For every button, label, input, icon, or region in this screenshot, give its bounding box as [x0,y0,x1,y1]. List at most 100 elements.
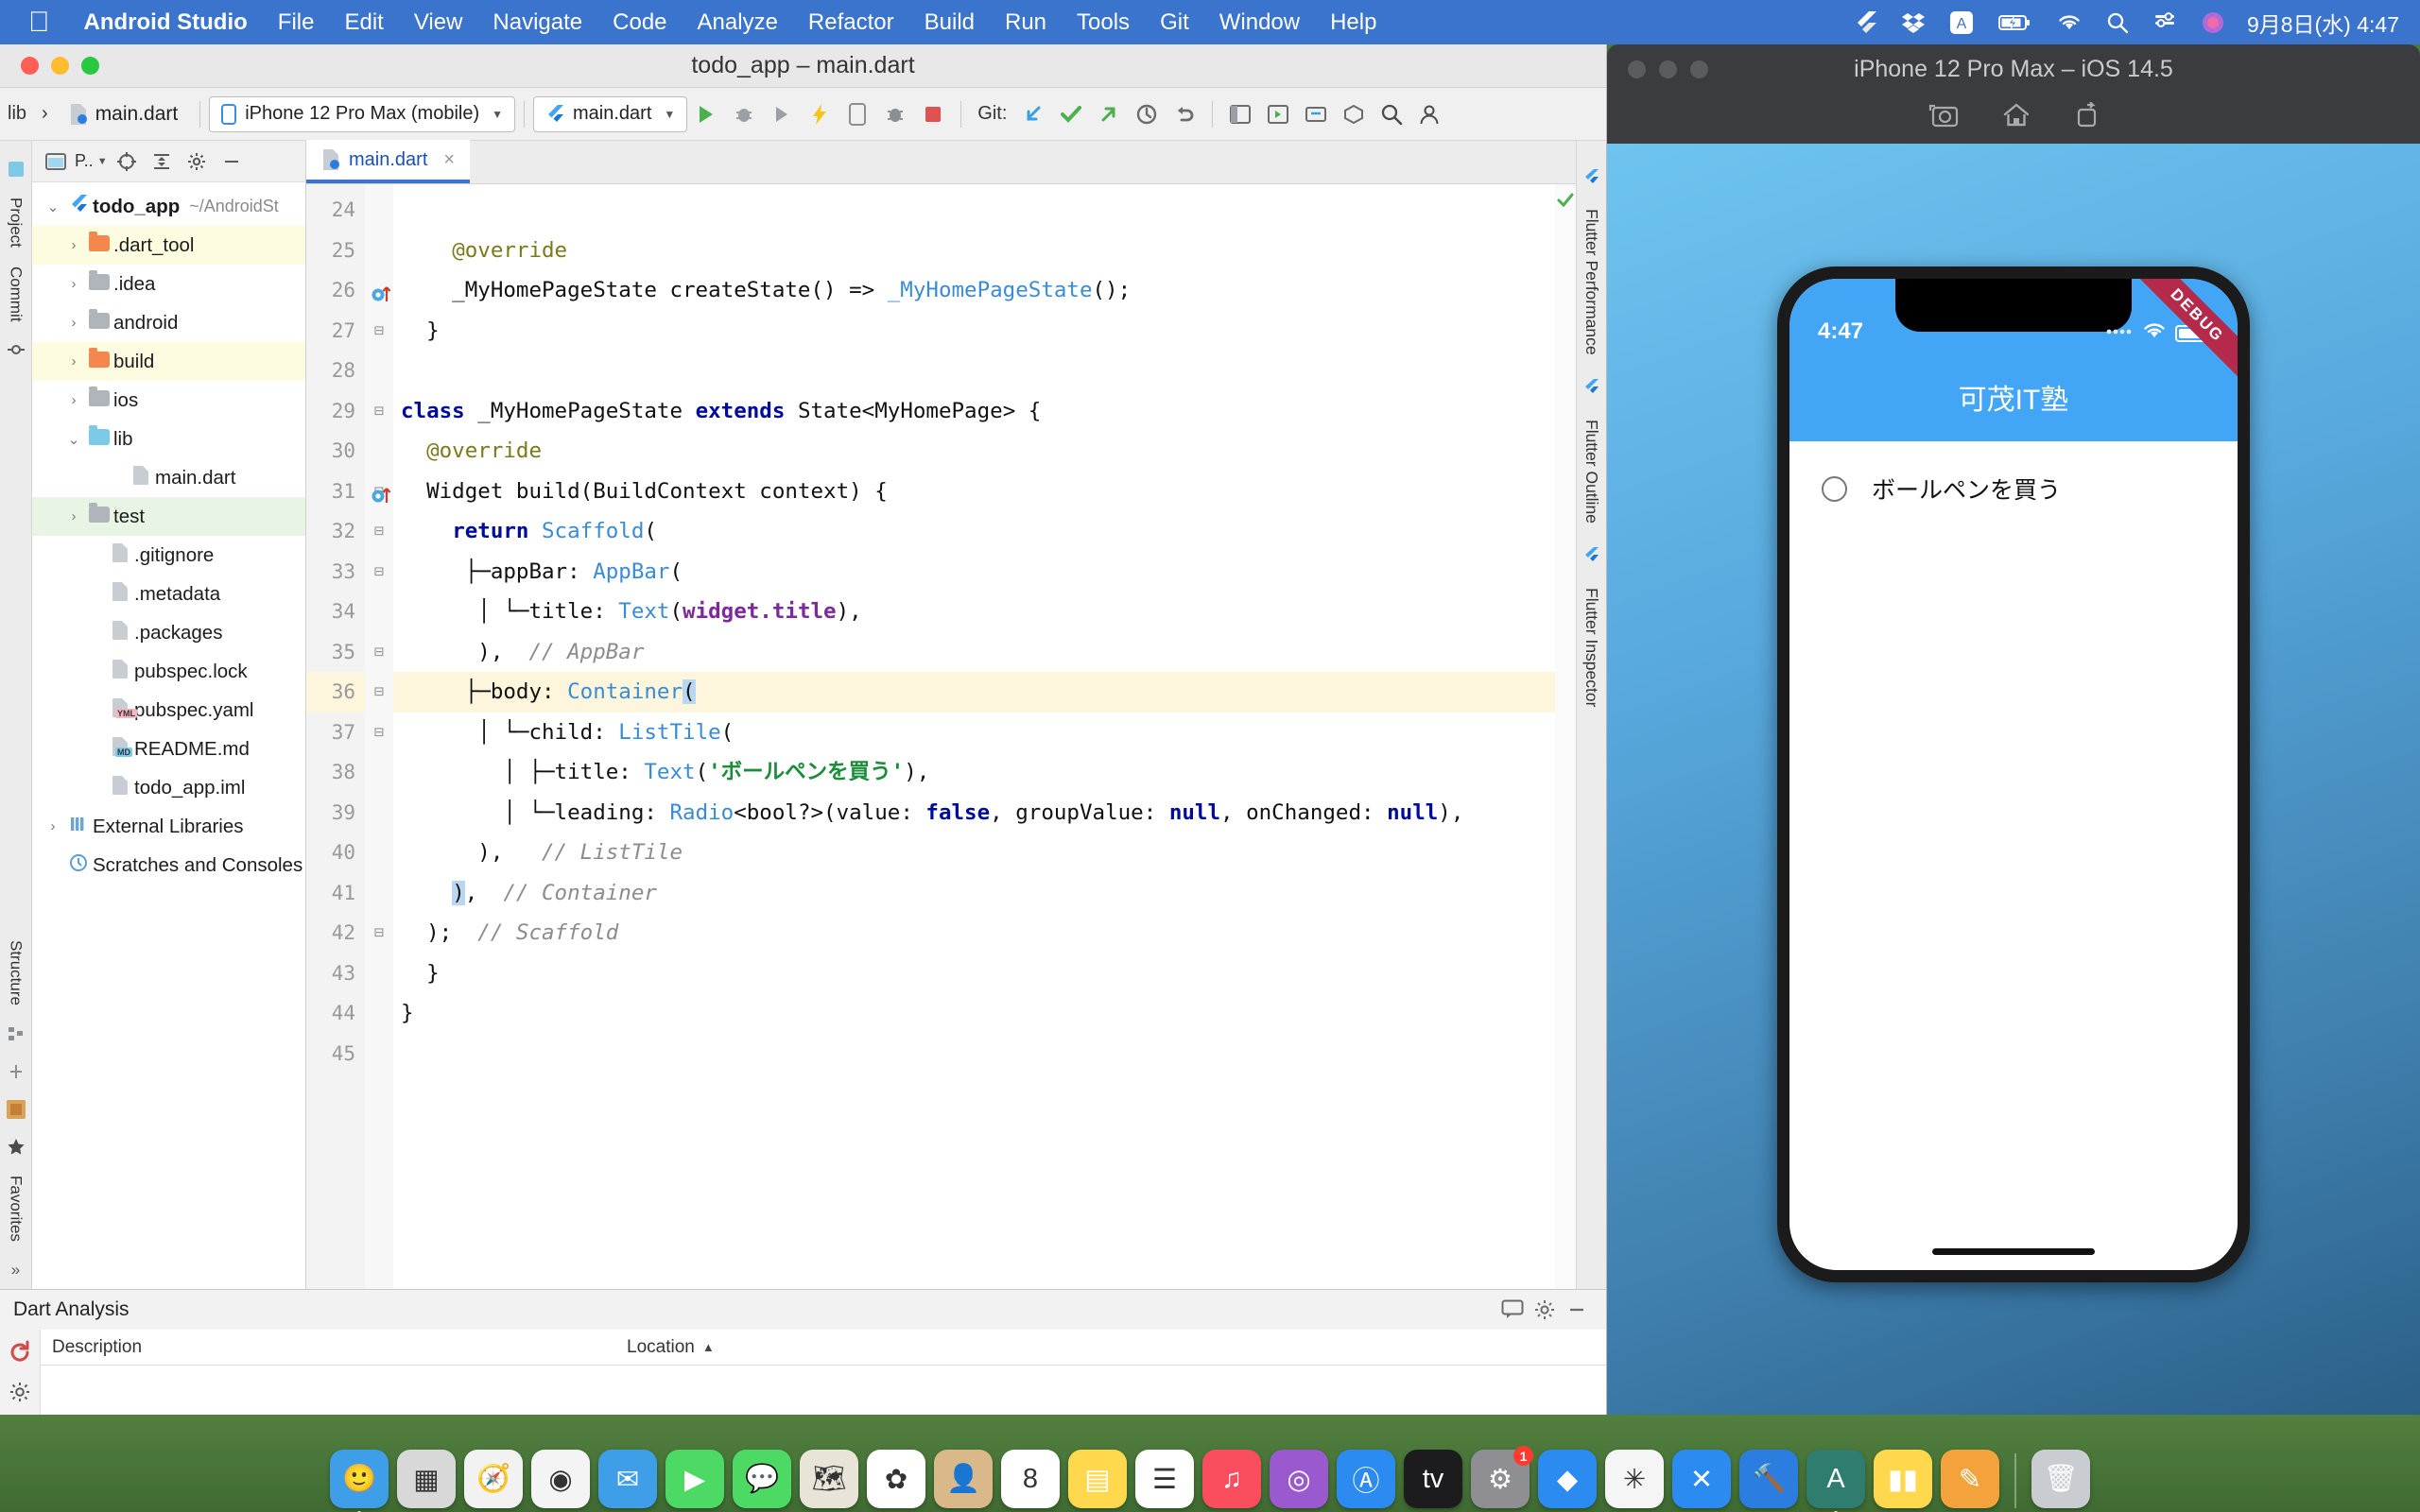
code-fold-column[interactable]: ⊟⊟⊟⊟⊟⊟⊟⊟⊟ [365,184,393,1289]
rail-label-flutter-performance[interactable]: Flutter Performance [1582,209,1601,355]
list-item[interactable]: ボールペンを買う [1789,458,2238,519]
calendar-icon[interactable]: 8 [1001,1450,1060,1508]
maps-icon[interactable]: 🗺 [800,1450,858,1508]
menu-item-edit[interactable]: Edit [329,9,398,36]
podcasts-icon[interactable]: ◎ [1270,1450,1328,1508]
settings-gear-icon[interactable] [1529,1294,1561,1326]
xcode-icon[interactable]: 🔨 [1739,1450,1798,1508]
code-line[interactable]: _MyHomePageState createState() => _MyHom… [393,270,1576,311]
rail-label-structure[interactable]: Structure [7,931,26,1015]
breadcrumb-file[interactable]: main.dart [56,103,192,126]
menu-bar-clock[interactable]: 9月8日(水) 4:47 [2238,7,2420,39]
chevron-right-icon[interactable]: › [62,392,85,408]
home-icon[interactable] [2002,102,2031,135]
code-line[interactable]: Widget build(BuildContext context) { [393,472,1576,512]
flutter-icon[interactable] [1842,0,1890,44]
code-line[interactable]: } [393,311,1576,352]
locate-icon[interactable] [111,146,143,178]
contacts-icon[interactable]: 👤 [934,1450,993,1508]
fold-toggle[interactable]: ⊟ [365,713,393,753]
code-line[interactable]: ├─body: Container( [393,672,1576,713]
stop-icon[interactable] [914,95,952,133]
rail-label-flutter-outline[interactable]: Flutter Outline [1582,420,1601,524]
screenshot-camera-icon[interactable] [1927,102,1959,135]
column-header-description[interactable]: Description [41,1337,617,1358]
sdk-manager-icon[interactable] [1335,95,1373,133]
radio-button[interactable] [1822,475,1847,502]
fold-toggle[interactable]: ⊟ [365,632,393,673]
undo-icon[interactable] [1166,95,1203,133]
tree-item-todo-app[interactable]: ⌄ todo_app ~/AndroidSt [32,187,305,226]
tree-item--dart-tool[interactable]: › .dart_tool [32,226,305,265]
tree-item--idea[interactable]: › .idea [32,265,305,303]
notes-icon[interactable]: ▤ [1068,1450,1127,1508]
search-icon[interactable] [1373,95,1410,133]
menu-item-file[interactable]: File [263,9,330,36]
tree-item-main-dart[interactable]: main.dart [32,458,305,497]
code-line[interactable]: │ └─leading: Radio<bool?>(value: false, … [393,793,1576,833]
code-line[interactable]: return Scaffold( [393,511,1576,552]
close-icon[interactable]: × [443,149,455,171]
fold-toggle[interactable]: ⊟ [365,672,393,713]
menu-item-analyze[interactable]: Analyze [683,9,793,36]
tree-item-pubspec-yaml[interactable]: YML pubspec.yaml [32,691,305,730]
run-coverage-icon[interactable] [763,95,801,133]
code-line[interactable] [393,190,1576,231]
vscode-icon[interactable]: ✕ [1672,1450,1731,1508]
wifi-icon[interactable] [2045,0,2094,44]
menu-item-refactor[interactable]: Refactor [793,9,909,36]
chevron-down-icon[interactable]: ⌄ [42,198,64,215]
rotate-icon[interactable] [2074,101,2100,135]
code-line[interactable] [393,1034,1576,1074]
flash-hot-reload-icon[interactable] [801,95,838,133]
chevron-right-icon[interactable]: › [42,818,64,834]
menu-item-navigate[interactable]: Navigate [477,9,597,36]
code-line[interactable]: │ └─title: Text(widget.title), [393,592,1576,632]
tree-item-external-libraries[interactable]: › External Libraries [32,807,305,846]
code-line[interactable]: │ ├─title: Text('ボールペンを買う'), [393,752,1576,793]
menu-item-help[interactable]: Help [1315,9,1392,36]
code-editor[interactable]: 24 25 26 27 28 29 30 31 32 33 34 35 36 37 38 39 40 41 42 43… [306,184,1576,1289]
avatar-icon[interactable] [1410,95,1448,133]
rail-label-flutter-inspector[interactable]: Flutter Inspector [1582,588,1601,707]
tree-item--metadata[interactable]: .metadata [32,575,305,613]
app-store-icon[interactable]: Ⓐ [1337,1450,1395,1508]
expand-rail-icon[interactable]: » [4,1258,28,1282]
tree-item-lib[interactable]: ⌄ lib [32,420,305,458]
build-variants-icon[interactable] [4,1059,28,1084]
git-push-icon[interactable] [1090,95,1128,133]
code-line[interactable]: class _MyHomePageState extends State<MyH… [393,391,1576,432]
chevron-right-icon[interactable]: › [62,508,85,524]
rail-label-commit[interactable]: Commit [7,257,26,332]
siri-icon[interactable] [2188,0,2238,44]
code-line[interactable]: } [393,954,1576,994]
control-center-icon[interactable] [2141,0,2188,44]
minimize-icon[interactable] [1561,1294,1593,1326]
menu-item-android-studio[interactable]: Android Studio [69,9,263,36]
device-preview-icon[interactable] [838,95,876,133]
favorites-active-icon[interactable] [4,1097,28,1122]
launchpad-icon[interactable]: ▦ [397,1450,456,1508]
flutter-inspector-icon[interactable] [1580,543,1604,568]
debug-icon[interactable] [725,95,763,133]
commit-icon[interactable] [4,337,28,362]
rail-label-project[interactable]: Project [7,188,26,257]
code-line[interactable] [393,351,1576,391]
tree-item-todo-app-iml[interactable]: todo_app.iml [32,768,305,807]
project-view-label[interactable]: P.. ▼ [75,151,108,171]
collapse-all-icon[interactable] [146,146,178,178]
tree-item--gitignore[interactable]: .gitignore [32,536,305,575]
battery-charging-icon[interactable] [1986,0,2045,44]
code-line[interactable]: ), // Container [393,873,1576,914]
code-line[interactable]: } [393,993,1576,1034]
tree-item-ios[interactable]: › ios [32,381,305,420]
refresh-icon[interactable] [5,1337,35,1367]
open-emulator-icon[interactable] [1259,95,1297,133]
project-view-select-icon[interactable] [40,146,72,178]
spotlight-search-icon[interactable] [2094,0,2141,44]
hide-panel-icon[interactable] [216,146,248,178]
tree-item-build[interactable]: › build [32,342,305,381]
chevron-right-icon[interactable]: › [62,353,85,369]
menu-item-run[interactable]: Run [990,9,1062,36]
project-panel-icon[interactable] [4,157,28,181]
